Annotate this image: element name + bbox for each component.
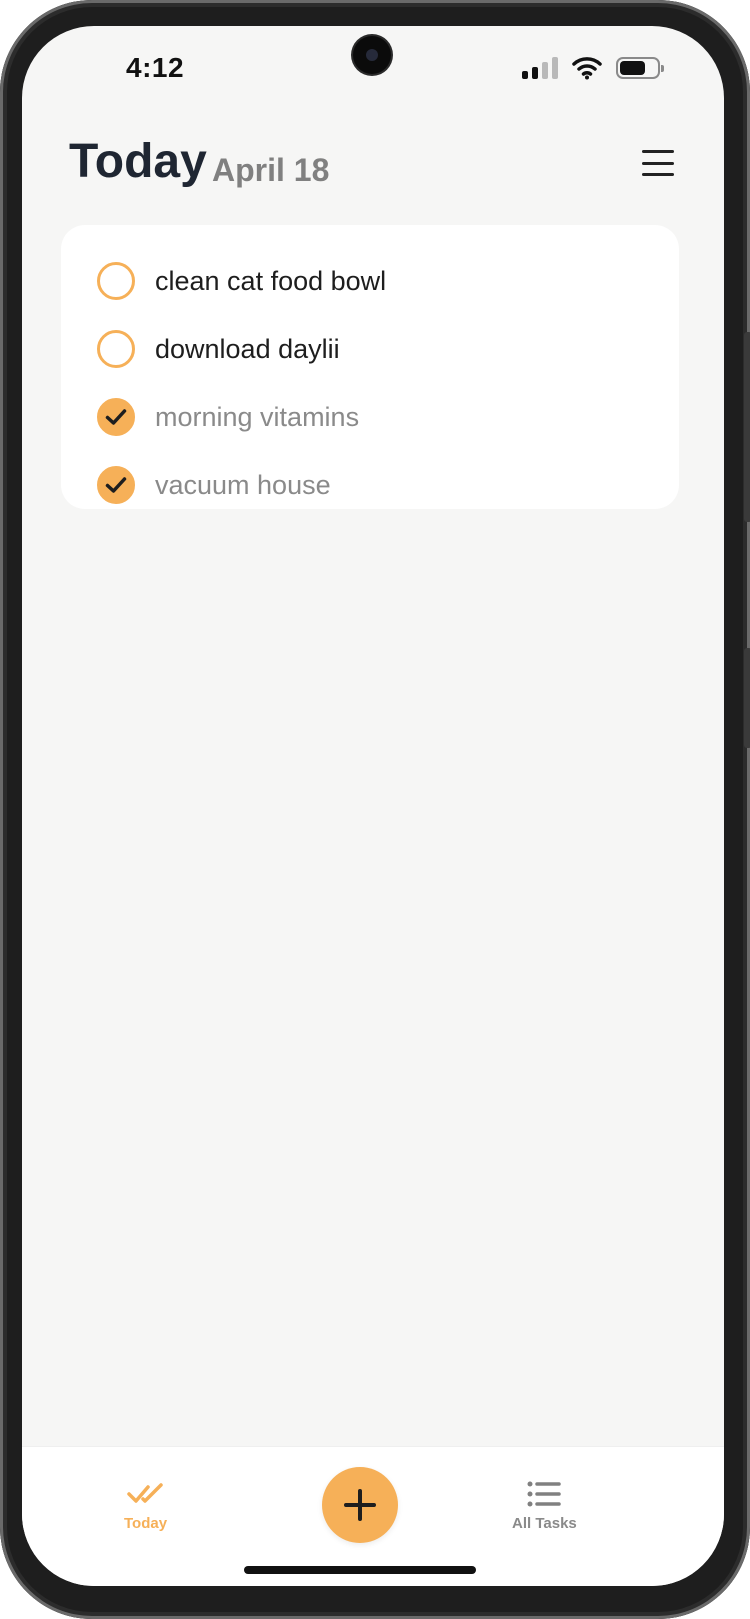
phone-frame: 4:12 Today April 18 clean cat food bowl …: [0, 0, 750, 1619]
signal-icon: [522, 57, 558, 79]
nav-tab-today[interactable]: Today: [124, 1481, 167, 1532]
bottom-nav: Today All Tasks: [22, 1446, 724, 1586]
task-checkbox[interactable]: [97, 330, 135, 368]
task-checkbox-checked[interactable]: [97, 398, 135, 436]
home-indicator[interactable]: [244, 1566, 476, 1574]
list-icon: [527, 1481, 562, 1507]
task-item[interactable]: morning vitamins: [97, 383, 679, 451]
status-icons: [522, 56, 664, 80]
task-label: morning vitamins: [155, 401, 360, 432]
status-time: 4:12: [126, 52, 185, 83]
nav-tab-all-tasks[interactable]: All Tasks: [512, 1481, 577, 1532]
task-checkbox-checked[interactable]: [97, 466, 135, 504]
battery-icon: [616, 57, 664, 79]
power-button: [744, 332, 750, 522]
front-camera: [353, 36, 391, 74]
task-label: clean cat food bowl: [155, 265, 387, 296]
task-list-card: clean cat food bowl download daylii morn…: [61, 225, 679, 509]
task-item[interactable]: download daylii: [97, 315, 679, 383]
task-checkbox[interactable]: [97, 262, 135, 300]
task-label: download daylii: [155, 333, 340, 364]
add-task-button[interactable]: [322, 1467, 398, 1543]
screen: 4:12 Today April 18 clean cat food bowl …: [22, 26, 724, 1586]
task-item[interactable]: clean cat food bowl: [97, 247, 679, 315]
volume-button: [744, 648, 750, 748]
checkmark-icon: [105, 477, 127, 493]
task-item[interactable]: vacuum house: [97, 451, 679, 519]
task-label: vacuum house: [155, 469, 331, 500]
wifi-icon: [572, 57, 602, 80]
page-date: April 18: [212, 152, 330, 188]
double-check-icon: [126, 1483, 163, 1503]
page-title: Today: [69, 135, 207, 188]
nav-label-all-tasks: All Tasks: [512, 1515, 577, 1532]
checkmark-icon: [105, 409, 127, 425]
nav-label-today: Today: [124, 1515, 168, 1532]
plus-icon: [344, 1489, 376, 1521]
hamburger-menu-icon[interactable]: [642, 150, 674, 176]
